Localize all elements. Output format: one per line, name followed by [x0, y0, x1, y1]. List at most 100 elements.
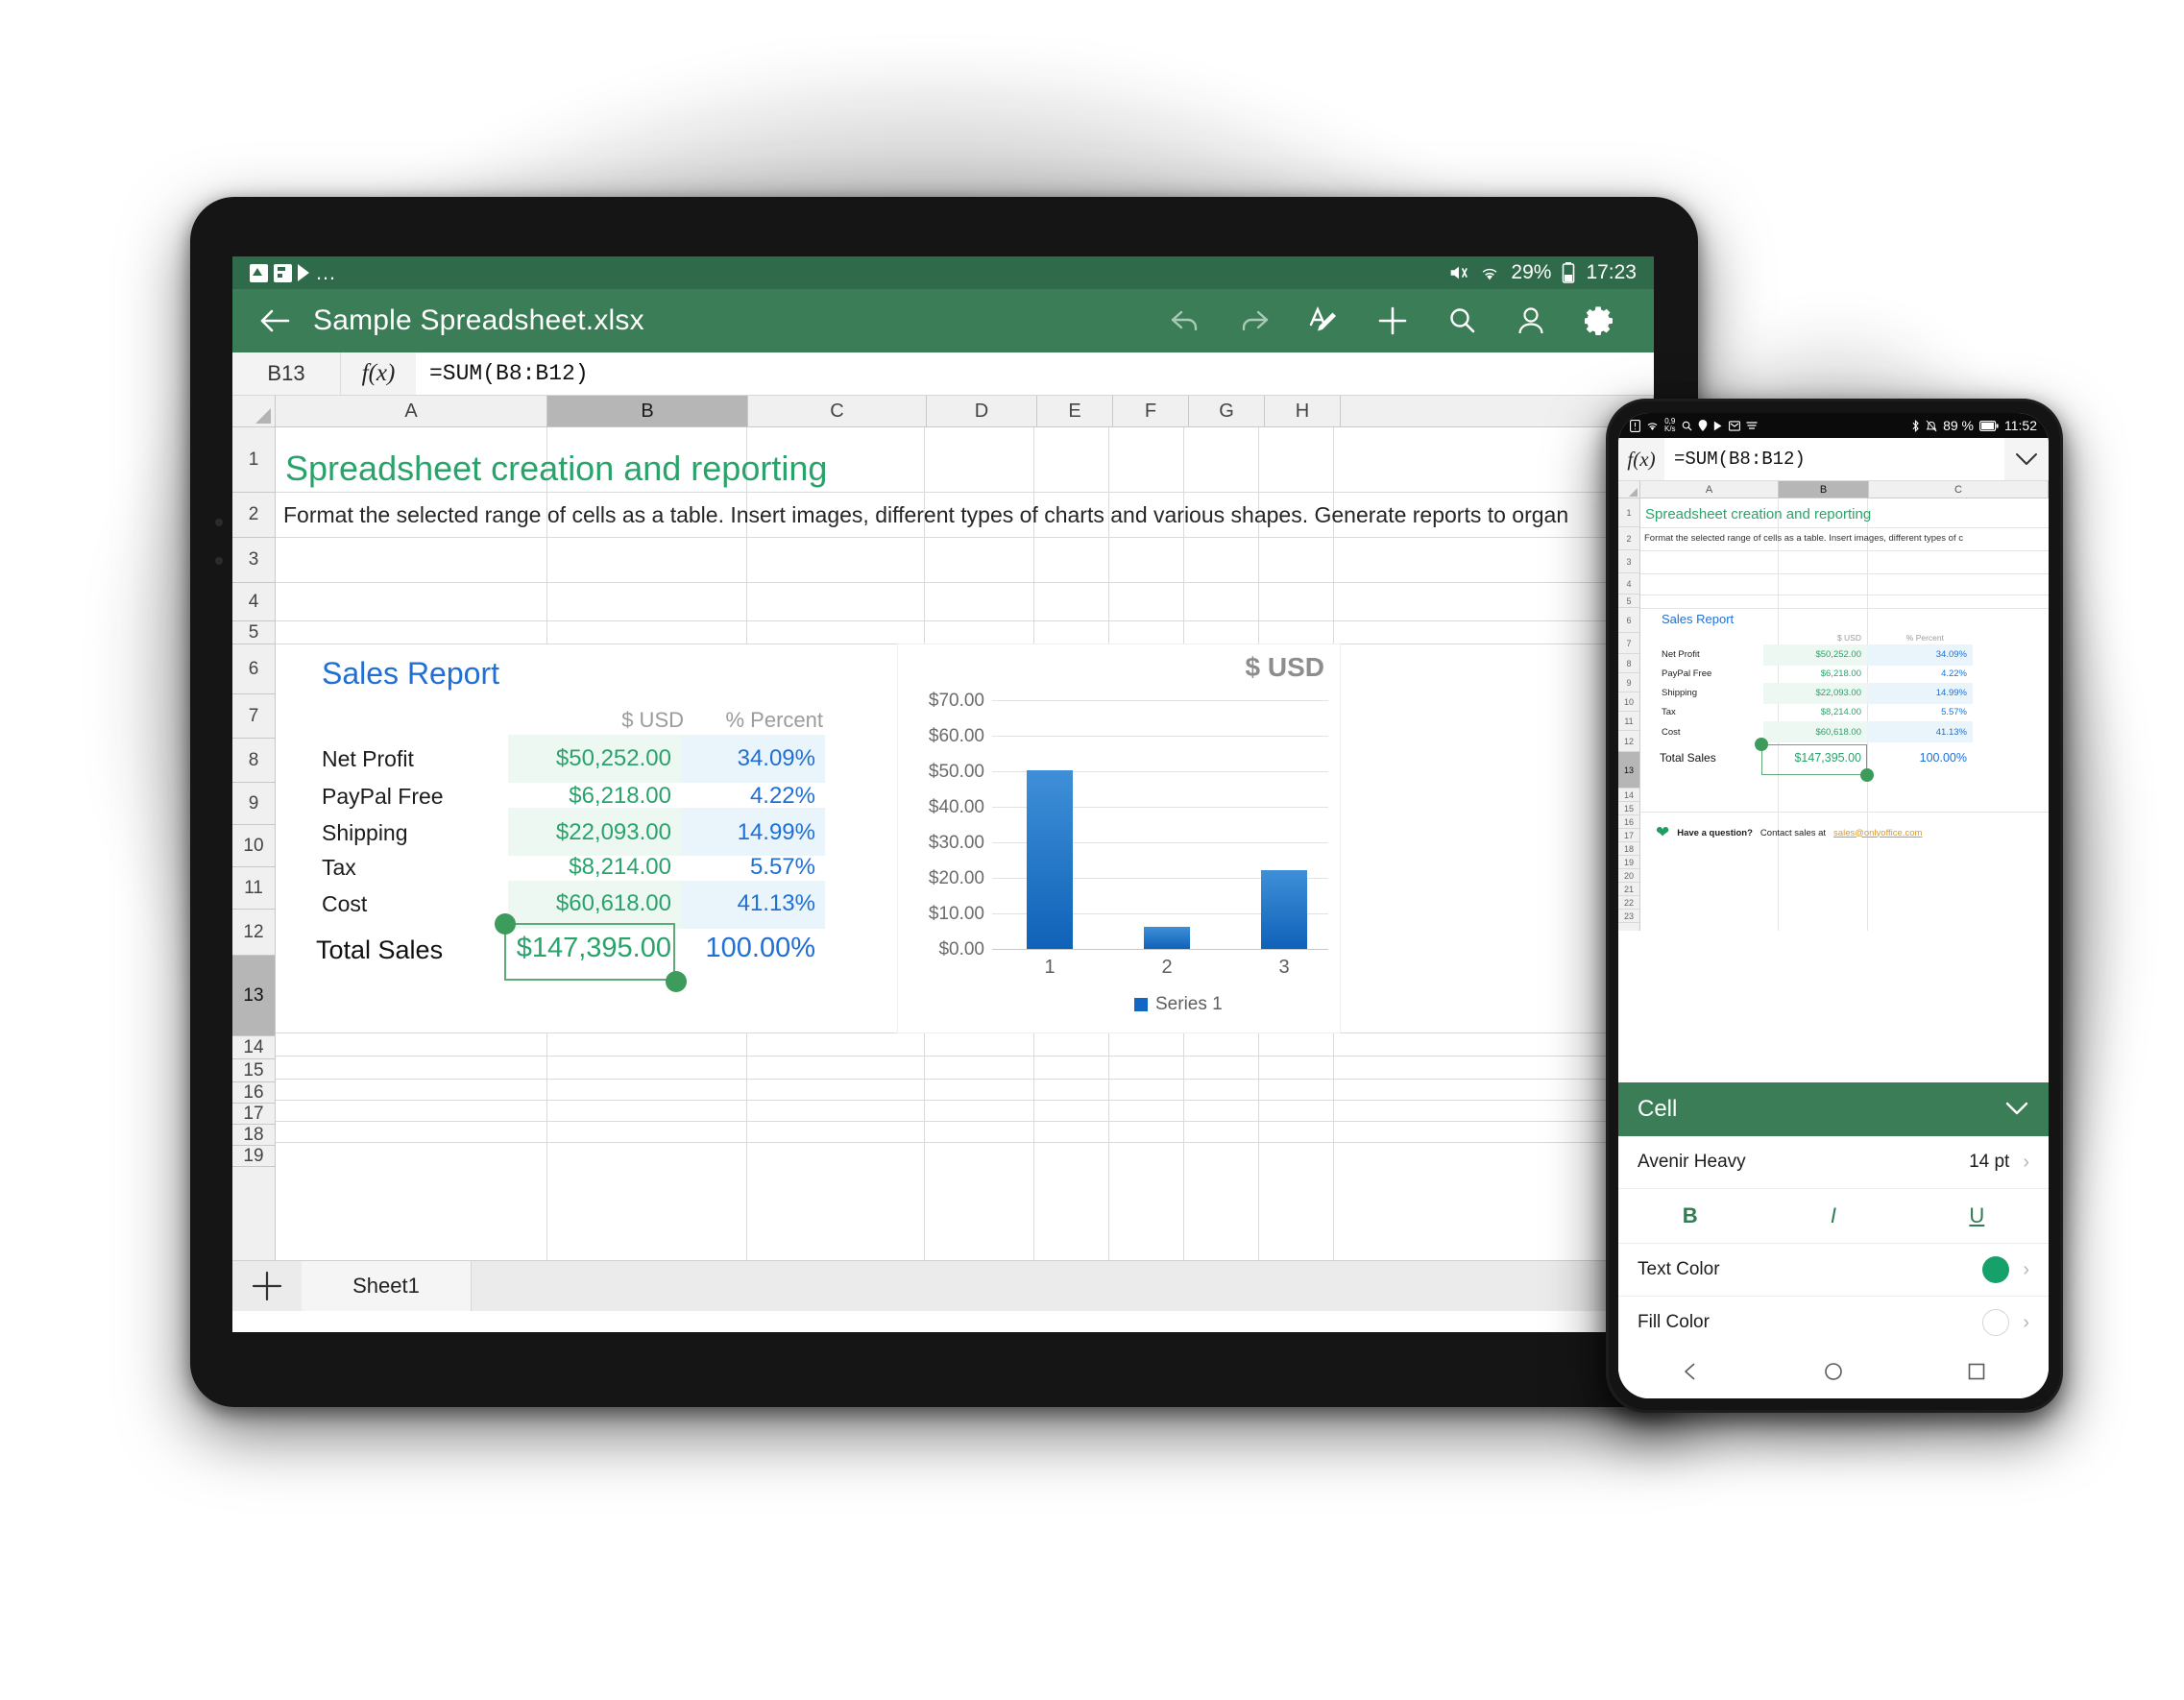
row-header-4[interactable]: 4 [1618, 573, 1639, 595]
text-color-swatch[interactable] [1982, 1256, 2010, 1283]
settings-gear-icon[interactable] [1581, 302, 1619, 340]
font-row[interactable]: Avenir Heavy 14 pt › [1618, 1136, 2049, 1189]
phone-grid-cells-area[interactable]: Spreadsheet creation and reporting Forma… [1640, 498, 2049, 931]
underline-button[interactable]: U [1905, 1203, 2049, 1228]
function-fx-icon[interactable]: f(x) [1618, 448, 1664, 472]
row-header-7[interactable]: 7 [232, 694, 275, 739]
row-header-17[interactable]: 17 [1618, 829, 1639, 842]
row-header-7[interactable]: 7 [1618, 633, 1639, 654]
row-header-16[interactable]: 16 [1618, 815, 1639, 829]
row-header-21[interactable]: 21 [1618, 883, 1639, 896]
cell-a1-title[interactable]: Spreadsheet creation and reporting [1645, 506, 1871, 522]
row-header-3[interactable]: 3 [1618, 550, 1639, 573]
row-header-18[interactable]: 18 [1618, 842, 1639, 856]
row-header-17[interactable]: 17 [232, 1104, 275, 1125]
column-header-g[interactable]: G [1189, 396, 1265, 426]
column-header-a[interactable]: A [1640, 481, 1779, 498]
selection-handle-top-left[interactable] [1755, 738, 1768, 751]
column-header-e[interactable]: E [1037, 396, 1113, 426]
circle-home-icon[interactable] [1823, 1361, 1844, 1387]
user-icon[interactable] [1512, 302, 1550, 340]
selection-handle-bottom-right[interactable] [1860, 768, 1874, 782]
row-header-11[interactable]: 11 [1618, 712, 1639, 731]
row-header-14[interactable]: 14 [232, 1036, 275, 1059]
row-header-5[interactable]: 5 [1618, 595, 1639, 608]
edit-text-icon[interactable] [1304, 302, 1343, 340]
row-header-1[interactable]: 1 [232, 427, 275, 493]
row-header-13[interactable]: 13 [1618, 752, 1639, 789]
selection-handle-bottom-right[interactable] [666, 971, 687, 992]
formula-input[interactable]: =SUM(B8:B12) [1664, 438, 2004, 480]
row-header-8[interactable]: 8 [1618, 654, 1639, 673]
formula-input[interactable]: =SUM(B8:B12) [416, 352, 1654, 395]
back-arrow-icon[interactable] [254, 300, 296, 342]
sheet-tab-sheet1[interactable]: Sheet1 [302, 1261, 472, 1311]
search-icon[interactable] [1443, 302, 1481, 340]
row-header-6[interactable]: 6 [232, 644, 275, 694]
chevron-down-icon[interactable] [2004, 1096, 2029, 1123]
row-header-22[interactable]: 22 [1618, 896, 1639, 910]
row-header-23[interactable]: 23 [1618, 910, 1639, 923]
plus-icon[interactable] [1373, 302, 1412, 340]
row-header-1[interactable]: 1 [1618, 498, 1639, 527]
fill-color-row[interactable]: Fill Color › [1618, 1297, 2049, 1348]
row-header-13[interactable]: 13 [232, 956, 275, 1036]
cell-a2-text[interactable]: Format the selected range of cells as a … [283, 502, 1568, 528]
column-header-f[interactable]: F [1113, 396, 1189, 426]
row-header-12[interactable]: 12 [232, 910, 275, 956]
add-sheet-button[interactable] [232, 1261, 302, 1311]
row-header-6[interactable]: 6 [1618, 608, 1639, 633]
redo-icon[interactable] [1235, 302, 1274, 340]
row-header-14[interactable]: 14 [1618, 789, 1639, 802]
row-header-9[interactable]: 9 [1618, 673, 1639, 692]
row-header-18[interactable]: 18 [232, 1125, 275, 1146]
column-header-b[interactable]: B [547, 396, 748, 426]
row-header-9[interactable]: 9 [232, 783, 275, 825]
column-header-c[interactable]: C [748, 396, 927, 426]
grid-cells-area[interactable]: Spreadsheet creation and reporting Forma… [276, 427, 1654, 1260]
bold-button[interactable]: B [1618, 1203, 1761, 1228]
row-header-19[interactable]: 19 [232, 1146, 275, 1167]
row-header-10[interactable]: 10 [232, 825, 275, 867]
row-header-15[interactable]: 15 [1618, 802, 1639, 815]
select-all-corner[interactable] [232, 396, 276, 426]
cell-reference-field[interactable]: B13 [232, 352, 341, 395]
banner-email-link[interactable]: sales@onlyoffice.com [1833, 828, 1922, 838]
row-header-2[interactable]: 2 [232, 493, 275, 538]
column-header-a[interactable]: A [276, 396, 547, 426]
row-header-10[interactable]: 10 [1618, 692, 1639, 712]
sales-report-block: Sales Report $ USD % Percent Net Profit … [276, 644, 871, 1032]
sales-report-title[interactable]: Sales Report [1662, 612, 1734, 626]
row-header-2[interactable]: 2 [1618, 527, 1639, 550]
row-header-20[interactable]: 20 [1618, 869, 1639, 883]
sales-report-title[interactable]: Sales Report [322, 656, 499, 692]
row-header-19[interactable]: 19 [1618, 856, 1639, 869]
bar-chart[interactable]: $ USD $70.00 $60.00 $50.00 $40.00 $30.00… [898, 644, 1340, 1032]
sales-row-label: Tax [1662, 707, 1676, 717]
cell-a2-text[interactable]: Format the selected range of cells as a … [1644, 533, 1963, 544]
function-fx-icon[interactable]: f(x) [341, 352, 416, 395]
undo-icon[interactable] [1166, 302, 1204, 340]
row-header-8[interactable]: 8 [232, 739, 275, 783]
text-color-row[interactable]: Text Color › [1618, 1244, 2049, 1297]
italic-button[interactable]: I [1761, 1203, 1905, 1228]
column-header-d[interactable]: D [927, 396, 1037, 426]
column-header-i[interactable] [1341, 396, 1654, 426]
row-header-3[interactable]: 3 [232, 538, 275, 583]
fill-color-swatch[interactable] [1982, 1309, 2010, 1336]
column-header-h[interactable]: H [1265, 396, 1341, 426]
row-header-12[interactable]: 12 [1618, 731, 1639, 752]
row-header-16[interactable]: 16 [232, 1082, 275, 1104]
row-header-4[interactable]: 4 [232, 583, 275, 621]
select-all-corner[interactable] [1618, 481, 1640, 498]
square-recents-icon[interactable] [1966, 1361, 1987, 1387]
column-header-b[interactable]: B [1779, 481, 1869, 498]
column-header-c[interactable]: C [1869, 481, 2049, 498]
row-header-5[interactable]: 5 [232, 621, 275, 644]
chevron-down-icon[interactable] [2004, 451, 2049, 467]
selection-handle-top-left[interactable] [495, 913, 516, 935]
triangle-back-icon[interactable] [1680, 1361, 1701, 1387]
row-header-11[interactable]: 11 [232, 867, 275, 910]
row-header-15[interactable]: 15 [232, 1059, 275, 1082]
cell-a1-title[interactable]: Spreadsheet creation and reporting [285, 449, 827, 489]
